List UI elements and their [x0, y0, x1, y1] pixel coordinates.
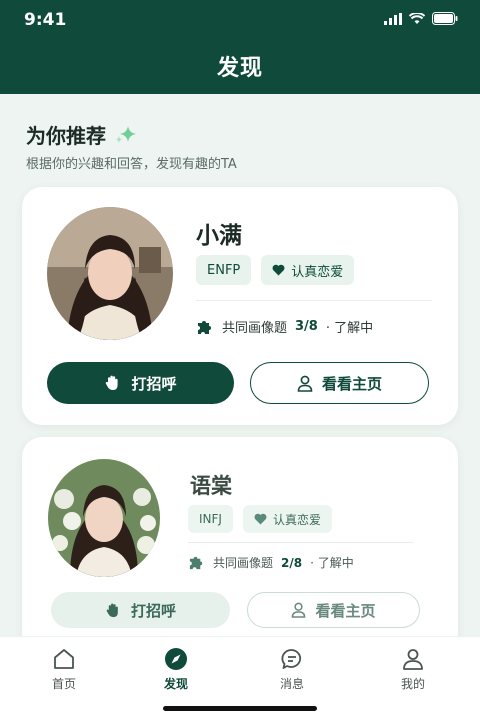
- divider: [196, 300, 432, 301]
- recommend-card[interactable]: 小满 ENFP 认真恋爱 共同画像题 3/8 · 了解中 打招呼 看看主页: [22, 187, 458, 425]
- avatar[interactable]: [47, 207, 173, 340]
- page-title: 发现: [216, 56, 263, 81]
- common-suffix: · 了解中: [310, 556, 354, 570]
- status-bar: 9:41: [0, 0, 480, 40]
- tab-messages-label: 消息: [279, 677, 304, 691]
- view-profile-button[interactable]: 看看主页: [247, 592, 420, 628]
- common-label: 共同画像题: [222, 321, 288, 336]
- common-questions: 共同画像题 2/8 · 了解中: [188, 554, 354, 571]
- chat-icon: [281, 649, 301, 669]
- heart-icon: [254, 513, 267, 525]
- home-indicator: [163, 706, 317, 711]
- tab-messages[interactable]: 消息: [262, 647, 322, 692]
- heart-icon: [272, 264, 285, 276]
- say-hi-label: 打招呼: [130, 601, 176, 620]
- common-count: 3/8: [295, 319, 318, 334]
- person-icon: [292, 602, 306, 618]
- section-title-text: 为你推荐: [26, 124, 106, 148]
- common-count: 2/8: [281, 555, 303, 570]
- header: 9:41 发现: [0, 0, 480, 94]
- common-label: 共同画像题: [213, 556, 274, 570]
- say-hi-label: 打招呼: [131, 374, 177, 393]
- mbti-tag: INFJ: [188, 505, 233, 533]
- section-title: 为你推荐: [26, 120, 138, 149]
- intent-tag-label: 认真恋爱: [272, 512, 321, 527]
- tab-discover[interactable]: 发现: [146, 647, 206, 692]
- view-profile-label: 看看主页: [315, 601, 376, 620]
- view-profile-button[interactable]: 看看主页: [250, 362, 429, 404]
- intent-tag: 认真恋爱: [261, 255, 355, 285]
- avatar[interactable]: [48, 459, 160, 577]
- tag-list: INFJ 认真恋爱: [188, 505, 332, 533]
- compass-icon: [165, 648, 187, 670]
- profile-name: 小满: [196, 223, 242, 249]
- mbti-tag: ENFP: [196, 255, 252, 285]
- section-subtitle: 根据你的兴趣和回答，发现有趣的TA: [26, 157, 237, 172]
- intent-tag: 认真恋爱: [242, 505, 332, 533]
- profile-name: 语棠: [190, 474, 232, 498]
- say-hi-button[interactable]: 打招呼: [47, 362, 234, 404]
- user-icon: [403, 649, 423, 670]
- recommend-card[interactable]: 语棠 INFJ 认真恋爱 共同画像题 2/8 · 了解中 打招呼 看看主页: [22, 437, 458, 636]
- puzzle-icon: [189, 556, 203, 570]
- sparkle-icon: [116, 125, 136, 143]
- person-icon: [297, 375, 313, 392]
- puzzle-icon: [198, 320, 211, 334]
- tab-discover-label: 发现: [163, 677, 188, 691]
- battery-icon: [432, 12, 458, 25]
- status-time: 9:41: [24, 10, 67, 30]
- tab-home[interactable]: 首页: [34, 647, 94, 692]
- tab-me-label: 我的: [400, 677, 425, 691]
- common-suffix: · 了解中: [325, 321, 374, 336]
- say-hi-button[interactable]: 打招呼: [51, 592, 230, 628]
- signal-icon: [384, 12, 402, 25]
- tag-list: ENFP 认真恋爱: [196, 255, 355, 285]
- status-icons: [384, 12, 458, 25]
- tab-me[interactable]: 我的: [383, 647, 443, 692]
- discover-content[interactable]: 为你推荐 根据你的兴趣和回答，发现有趣的TA 小满 ENFP 认真恋爱 共同画像…: [0, 94, 480, 636]
- common-questions: 共同画像题 3/8 · 了解中: [196, 317, 373, 336]
- intent-tag-label: 认真恋爱: [291, 264, 344, 280]
- wifi-icon: [409, 12, 425, 24]
- wave-hand-icon: [106, 603, 118, 617]
- divider: [188, 542, 414, 543]
- tab-home-label: 首页: [51, 677, 76, 691]
- view-profile-label: 看看主页: [321, 374, 382, 393]
- wave-hand-icon: [106, 375, 119, 390]
- home-icon: [54, 649, 74, 669]
